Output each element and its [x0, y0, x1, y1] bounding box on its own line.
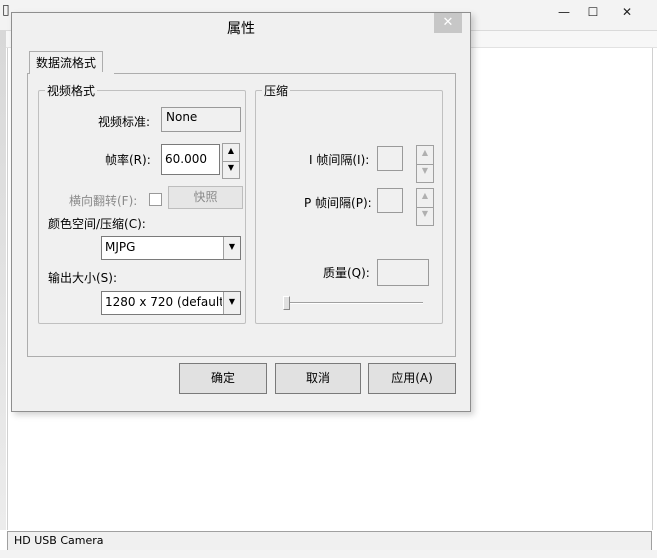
chevron-down-icon[interactable]: ▼ — [223, 292, 240, 314]
tab-stream-format[interactable]: 数据流格式 — [29, 51, 104, 74]
frame-rate-value: 60.000 — [165, 152, 207, 166]
i-frame-interval-spinner[interactable]: ▲ ▼ — [416, 145, 434, 183]
quality-input[interactable] — [377, 259, 429, 286]
tab-join — [30, 72, 114, 75]
p-frame-interval-spinner[interactable]: ▲ ▼ — [416, 188, 434, 226]
output-size-label: 输出大小(S): — [48, 271, 118, 285]
spin-up-icon[interactable]: ▲ — [417, 146, 433, 165]
color-space-value: MJPG — [105, 240, 136, 254]
spin-down-icon[interactable]: ▼ — [223, 161, 239, 178]
quality-slider-thumb[interactable] — [283, 296, 290, 310]
tab-panel-stream-format: 视频格式 视频标准: None 帧率(R): 60.000 ▲ ▼ 横向翻转(F… — [27, 73, 456, 357]
close-button[interactable]: ✕ — [612, 2, 642, 22]
i-frame-interval-label: I 帧间隔(I): — [309, 153, 370, 167]
compression-group: 压缩 I 帧间隔(I): ▲ ▼ P 帧间隔(P): ▲ ▼ 质量(Q): — [255, 82, 443, 324]
output-size-select[interactable]: 1280 x 720 (default) ▼ — [101, 291, 241, 315]
video-standard-value: None — [166, 110, 198, 124]
flip-horizontal-label: 横向翻转(F): — [69, 194, 138, 208]
dialog-title: 属性 — [227, 21, 255, 37]
frame-rate-input[interactable]: 60.000 — [161, 144, 220, 175]
video-format-group-label: 视频格式 — [45, 82, 98, 99]
dialog-close-button[interactable]: ✕ — [434, 13, 462, 33]
quality-slider-track[interactable] — [286, 302, 423, 304]
maximize-button[interactable]: ☐ — [578, 2, 608, 22]
dialog-title-bar[interactable]: 属性 ✕ — [12, 13, 470, 41]
output-size-value: 1280 x 720 (default) — [105, 295, 222, 309]
spin-up-icon[interactable]: ▲ — [417, 189, 433, 208]
chevron-down-icon[interactable]: ▼ — [223, 237, 240, 259]
cancel-button[interactable]: 取消 — [275, 363, 361, 394]
color-space-select[interactable]: MJPG ▼ — [101, 236, 241, 260]
status-bar: HD USB Camera — [7, 531, 652, 551]
flip-horizontal-checkbox[interactable] — [149, 193, 162, 206]
snapshot-button[interactable]: 快照 — [168, 186, 243, 209]
frame-rate-label: 帧率(R): — [105, 153, 151, 167]
window-bottom-edge — [0, 550, 657, 558]
p-frame-interval-label: P 帧间隔(P): — [304, 196, 372, 210]
video-format-group: 视频格式 视频标准: None 帧率(R): 60.000 ▲ ▼ 横向翻转(F… — [38, 82, 246, 324]
spin-down-icon[interactable]: ▼ — [417, 164, 433, 182]
color-space-label: 颜色空间/压缩(C): — [48, 217, 146, 231]
properties-dialog: 属性 ✕ 数据流格式 视频格式 视频标准: None 帧率(R): 60.000… — [11, 12, 471, 412]
spin-down-icon[interactable]: ▼ — [417, 207, 433, 225]
spin-up-icon[interactable]: ▲ — [223, 144, 239, 162]
frame-rate-spinner[interactable]: ▲ ▼ — [222, 143, 240, 179]
video-standard-label: 视频标准: — [98, 115, 151, 129]
status-text: HD USB Camera — [14, 534, 104, 547]
compression-group-label: 压缩 — [262, 82, 291, 99]
window-menu-icon[interactable]: ▯ — [2, 2, 10, 18]
i-frame-interval-input[interactable] — [377, 146, 403, 171]
window-left-edge — [0, 30, 6, 530]
video-standard-field: None — [161, 107, 241, 132]
ok-button[interactable]: 确定 — [179, 363, 267, 394]
apply-button[interactable]: 应用(A) — [368, 363, 456, 394]
p-frame-interval-input[interactable] — [377, 188, 403, 213]
minimize-button[interactable]: — — [549, 2, 579, 22]
quality-label: 质量(Q): — [323, 266, 370, 280]
